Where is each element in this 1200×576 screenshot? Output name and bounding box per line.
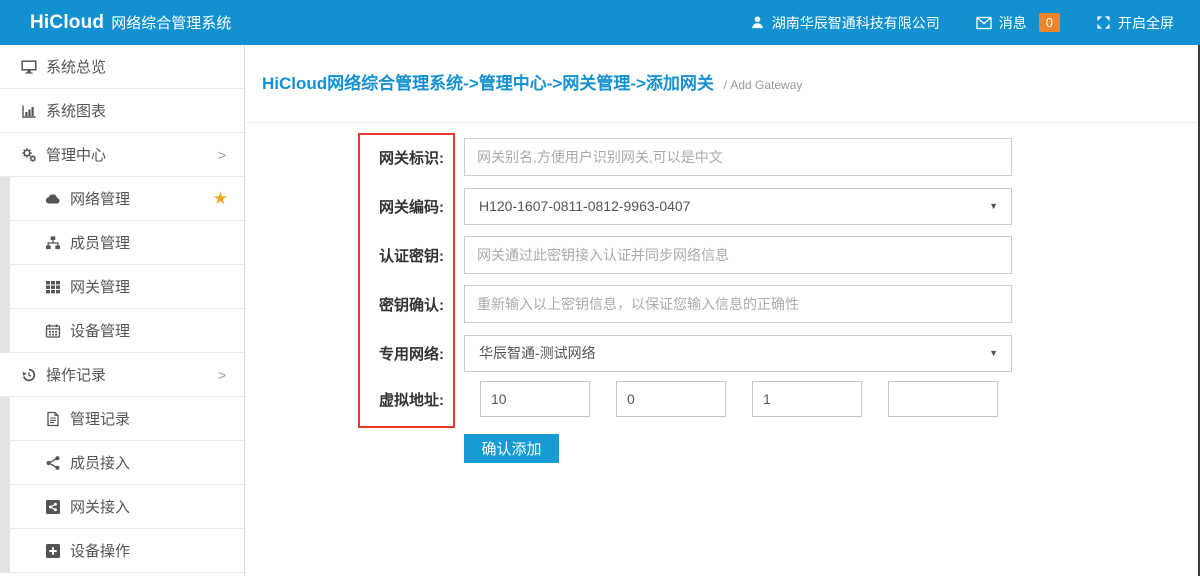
key-confirm-label: 密钥确认:	[246, 294, 464, 315]
sidebar-item-system-charts[interactable]: 系统图表	[0, 89, 244, 133]
virtual-address-octet-2[interactable]	[616, 381, 726, 417]
messages-count-badge: 0	[1039, 13, 1060, 32]
sidebar-item-label: 网关接入	[70, 496, 130, 517]
gateway-code-label: 网关编码:	[246, 196, 464, 217]
sidebar-item-member-management[interactable]: 成员管理	[0, 221, 244, 265]
file-text-icon	[45, 411, 63, 427]
sidebar-item-gateway-access[interactable]: 网关接入	[0, 485, 244, 529]
confirm-add-button[interactable]: 确认添加	[464, 434, 559, 463]
private-network-select[interactable]: 华辰智通-测试网络 ▼	[464, 335, 1012, 372]
app-title: 网络综合管理系统	[111, 12, 231, 33]
star-icon[interactable]: ★	[213, 190, 228, 207]
calendar-icon	[45, 323, 63, 339]
virtual-address-group	[480, 381, 998, 417]
sidebar-item-member-access[interactable]: 成员接入	[0, 441, 244, 485]
virtual-address-octet-4[interactable]	[888, 381, 998, 417]
content-divider	[246, 122, 1200, 123]
fullscreen-label: 开启全屏	[1118, 13, 1174, 33]
sidebar-item-label: 设备操作	[70, 540, 130, 561]
gateway-code-value: H120-1607-0811-0812-9963-0407	[479, 198, 690, 214]
virtual-address-octet-1[interactable]	[480, 381, 590, 417]
auth-key-label: 认证密钥:	[246, 245, 464, 266]
header-actions: 湖南华辰智通科技有限公司 消息 0 开启全屏	[750, 13, 1174, 33]
company-account[interactable]: 湖南华辰智通科技有限公司	[750, 13, 940, 33]
cloud-icon	[45, 191, 63, 207]
sidebar-item-gateway-management[interactable]: 网关管理	[0, 265, 244, 309]
bar-chart-icon	[21, 103, 39, 119]
key-confirm-input[interactable]	[464, 285, 1012, 323]
form-row-gateway-name: 网关标识:	[246, 138, 1012, 176]
plus-square-icon	[45, 543, 63, 559]
sidebar-item-label: 成员管理	[70, 232, 130, 253]
app-brand: HiCloud	[30, 12, 104, 34]
breadcrumb-path: HiCloud网络综合管理系统->管理中心->网关管理->添加网关	[262, 74, 714, 93]
sidebar-item-system-overview[interactable]: 系统总览	[0, 45, 244, 89]
app-logo[interactable]: HiCloud 网络综合管理系统	[30, 12, 231, 34]
private-network-label: 专用网络:	[246, 343, 464, 364]
sidebar-item-label: 成员接入	[70, 452, 130, 473]
share-icon	[45, 455, 63, 471]
sidebar-item-label: 网关管理	[70, 276, 130, 297]
virtual-address-octet-3[interactable]	[752, 381, 862, 417]
desktop-icon	[21, 59, 39, 75]
sidebar-item-device-management[interactable]: 设备管理	[0, 309, 244, 353]
grid-icon	[45, 279, 63, 295]
history-icon	[21, 367, 39, 383]
sidebar-item-admin-records[interactable]: 管理记录	[0, 397, 244, 441]
envelope-icon	[976, 16, 992, 30]
gateway-code-select[interactable]: H120-1607-0811-0812-9963-0407 ▼	[464, 188, 1012, 225]
caret-down-icon: ▼	[989, 348, 998, 358]
share-square-icon	[45, 499, 63, 515]
sidebar-item-label: 设备管理	[70, 320, 130, 341]
fullscreen-button[interactable]: 开启全屏	[1096, 13, 1174, 33]
chevron-right-icon: >	[218, 367, 226, 383]
chevron-right-icon: >	[218, 147, 226, 163]
messages-button[interactable]: 消息 0	[976, 13, 1060, 33]
auth-key-input[interactable]	[464, 236, 1012, 274]
gears-icon	[21, 147, 39, 163]
top-header: HiCloud 网络综合管理系统 湖南华辰智通科技有限公司 消息 0 开启全屏	[0, 0, 1200, 45]
sidebar-item-network-management[interactable]: 网络管理 ★	[0, 177, 244, 221]
caret-down-icon: ▼	[989, 201, 998, 211]
sidebar-item-label: 操作记录	[46, 364, 106, 385]
sidebar-item-label: 系统总览	[46, 56, 106, 77]
sidebar-item-device-operations[interactable]: 设备操作	[0, 529, 244, 573]
main-content: HiCloud网络综合管理系统->管理中心->网关管理->添加网关 / Add …	[246, 45, 1200, 576]
sidebar-item-label: 网络管理	[70, 188, 130, 209]
sidebar-item-label: 管理中心	[46, 144, 106, 165]
breadcrumb: HiCloud网络综合管理系统->管理中心->网关管理->添加网关 / Add …	[262, 69, 802, 94]
form-row-auth-key: 认证密钥:	[246, 236, 1012, 274]
form-row-private-network: 专用网络: 华辰智通-测试网络 ▼	[246, 334, 1012, 372]
gateway-name-input[interactable]	[464, 138, 1012, 176]
private-network-value: 华辰智通-测试网络	[479, 343, 596, 363]
sidebar-item-operation-records[interactable]: 操作记录 >	[0, 353, 244, 397]
form-row-key-confirm: 密钥确认:	[246, 285, 1012, 323]
sidebar-item-label: 系统图表	[46, 100, 106, 121]
user-icon	[750, 15, 765, 30]
sidebar-item-label: 管理记录	[70, 408, 130, 429]
virtual-address-label: 虚拟地址:	[246, 389, 464, 410]
form-row-gateway-code: 网关编码: H120-1607-0811-0812-9963-0407 ▼	[246, 187, 1012, 225]
company-name: 湖南华辰智通科技有限公司	[772, 13, 940, 33]
sitemap-icon	[45, 235, 63, 251]
breadcrumb-suffix: / Add Gateway	[724, 78, 803, 92]
gateway-name-label: 网关标识:	[246, 147, 464, 168]
sidebar-item-admin-center[interactable]: 管理中心 >	[0, 133, 244, 177]
form-row-virtual-address: 虚拟地址:	[246, 381, 998, 417]
expand-icon	[1096, 15, 1111, 30]
messages-label: 消息	[999, 13, 1027, 33]
sidebar: 系统总览 系统图表 管理中心 > 网络管理 ★ 成员管理 网关管理	[0, 45, 245, 576]
